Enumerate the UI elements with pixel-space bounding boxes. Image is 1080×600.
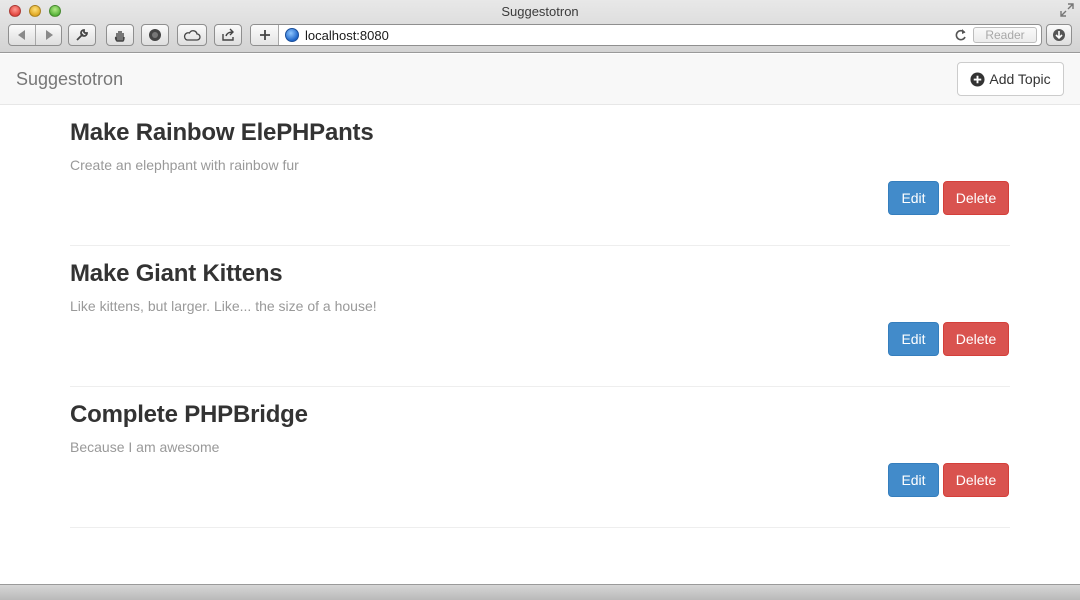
topic-description: Create an elephpant with rainbow fur — [70, 157, 299, 173]
new-tab-button[interactable] — [251, 25, 279, 45]
forward-arrow-icon — [45, 30, 53, 40]
fullscreen-icon[interactable] — [1060, 3, 1074, 17]
topic-title: Make Giant Kittens — [70, 260, 283, 287]
topic-description: Like kittens, but larger. Like... the si… — [70, 298, 377, 314]
reader-button[interactable]: Reader — [973, 27, 1037, 43]
back-arrow-icon — [18, 30, 25, 40]
topic-item: Complete PHPBridge Because I am awesome … — [70, 387, 1010, 528]
back-button[interactable] — [9, 25, 35, 45]
topic-title: Make Rainbow ElePHPants — [70, 119, 374, 146]
edit-button[interactable]: Edit — [888, 463, 939, 497]
brand-link[interactable]: Suggestotron — [16, 69, 123, 90]
topic-title: Complete PHPBridge — [70, 401, 308, 428]
preferences-button[interactable] — [68, 24, 96, 46]
reload-icon[interactable] — [954, 28, 967, 47]
address-bar[interactable]: localhost:8080 Reader — [250, 24, 1042, 46]
url-text[interactable]: localhost:8080 — [305, 28, 389, 43]
download-icon — [1053, 29, 1065, 41]
share-icon — [222, 28, 234, 41]
plus-icon — [259, 30, 270, 40]
record-icon — [149, 29, 161, 41]
forward-button[interactable] — [35, 25, 61, 45]
add-topic-button[interactable]: Add Topic — [957, 62, 1064, 96]
delete-button[interactable]: Delete — [943, 181, 1009, 215]
edit-button[interactable]: Edit — [888, 322, 939, 356]
share-button[interactable] — [214, 24, 242, 46]
add-topic-label: Add Topic — [989, 71, 1051, 87]
cloud-icon — [183, 30, 201, 41]
back-forward-buttons — [8, 24, 62, 46]
cloud-button[interactable] — [177, 24, 207, 46]
privacy-button[interactable] — [106, 24, 134, 46]
navbar: Suggestotron Add Topic — [0, 54, 1080, 105]
downloads-button[interactable] — [1046, 24, 1072, 46]
window-bottom-bar — [0, 584, 1080, 600]
hand-icon — [114, 31, 125, 42]
edit-button[interactable]: Edit — [888, 181, 939, 215]
wrench-icon — [76, 29, 88, 41]
browser-chrome: Suggestotron localhost:8080 Reader — [0, 0, 1080, 53]
window-title: Suggestotron — [501, 4, 579, 19]
globe-icon — [285, 28, 299, 42]
topic-description: Because I am awesome — [70, 439, 220, 455]
record-button[interactable] — [141, 24, 169, 46]
topic-item: Make Rainbow ElePHPants Create an elephp… — [70, 105, 1010, 246]
plus-circle-icon — [970, 71, 985, 87]
delete-button[interactable]: Delete — [943, 322, 1009, 356]
delete-button[interactable]: Delete — [943, 463, 1009, 497]
topic-item: Make Giant Kittens Like kittens, but lar… — [70, 246, 1010, 387]
title-bar: Suggestotron — [0, 0, 1080, 22]
